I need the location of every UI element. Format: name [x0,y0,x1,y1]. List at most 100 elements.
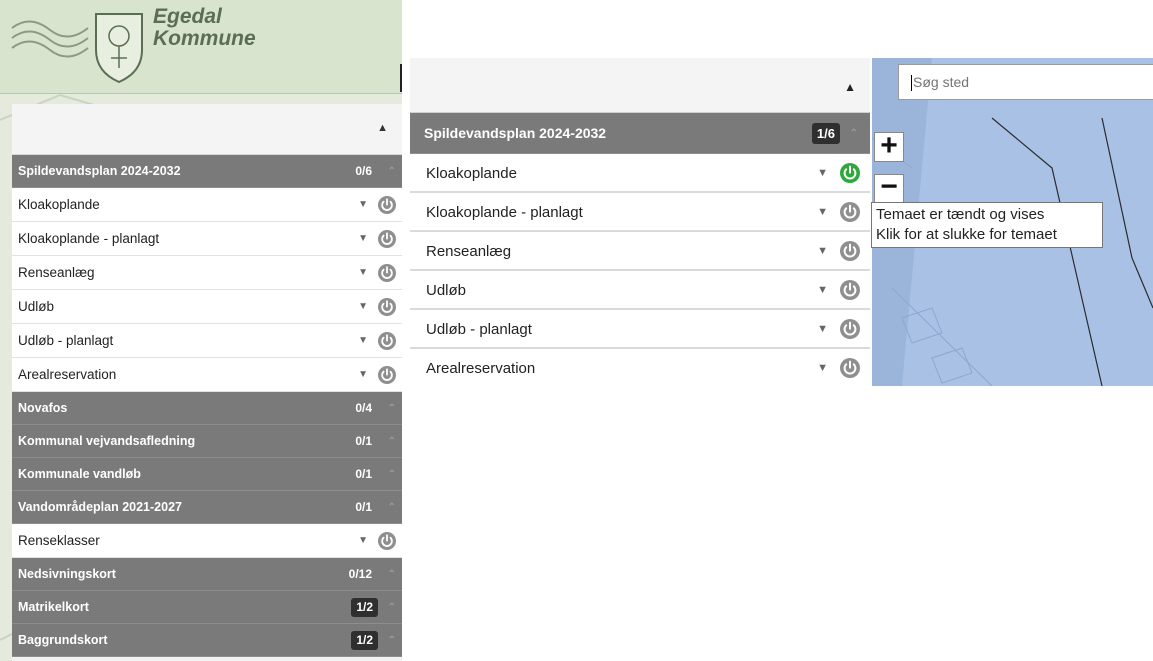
layer-label: Arealreservation [18,367,117,382]
power-toggle-icon[interactable] [378,230,396,248]
layer-group-header[interactable]: Kommunale vandløb 0/1 ⌃ [12,458,402,491]
dropdown-caret-icon[interactable]: ▼ [817,271,828,310]
layer-label: Renseanlæg [18,265,95,280]
layer-panel-zoomed: ▲ Spildevandsplan 2024-2032 1/6 ⌃ Kloako… [410,58,870,386]
group-chevron-icon[interactable]: ⌃ [388,558,396,591]
layer-label: Renseklasser [18,533,100,548]
layer-group-header[interactable]: Spildevandsplan 2024-2032 1/6 ⌃ [410,113,870,154]
layer-row: Renseklasser ▼ [12,524,402,558]
group-title: Spildevandsplan 2024-2032 [18,164,181,178]
group-chevron-icon[interactable]: ⌃ [388,458,396,491]
layer-label: Udløb [426,282,467,299]
panel-collapse-bar[interactable]: ▲ [410,58,870,113]
dropdown-caret-icon[interactable]: ▼ [817,232,828,271]
power-toggle-icon[interactable] [378,532,396,550]
layer-group-header[interactable]: Kommunal vejvandsafledning 0/1 ⌃ [12,425,402,458]
power-toggle-icon[interactable] [840,319,860,339]
layer-label: Udløb - planlagt [426,321,532,338]
dropdown-caret-icon[interactable]: ▼ [358,222,368,256]
power-tooltip: Temaet er tændt og vises Klik for at slu… [871,202,1103,248]
group-chevron-icon[interactable]: ⌃ [850,113,858,154]
group-chevron-icon[interactable]: ⌃ [388,392,396,425]
layer-row: Kloakoplande ▼ [410,154,870,193]
dropdown-caret-icon[interactable]: ▼ [358,256,368,290]
group-chevron-icon[interactable]: ⌃ [388,591,396,624]
power-toggle-icon[interactable] [840,280,860,300]
group-title: Kommunal vejvandsafledning [18,434,196,448]
dropdown-caret-icon[interactable]: ▼ [358,524,368,558]
layer-row: Kloakoplande - planlagt ▼ [12,222,402,256]
power-toggle-icon[interactable] [378,366,396,384]
power-toggle-icon[interactable] [378,196,396,214]
right-view: ▲ Spildevandsplan 2024-2032 1/6 ⌃ Kloako… [410,58,1153,386]
panel-collapse-bar[interactable]: ▲ [12,104,402,155]
brand-line-1: Egedal [153,5,222,28]
dropdown-caret-icon[interactable]: ▼ [358,324,368,358]
dropdown-caret-icon[interactable]: ▼ [817,349,828,386]
group-count: 0/1 [355,500,372,514]
power-toggle-icon[interactable] [840,202,860,222]
layer-label: Arealreservation [426,360,536,377]
group-title: Baggrundskort [18,633,108,647]
group-title: Kommunale vandløb [18,467,141,481]
dropdown-caret-icon[interactable]: ▼ [358,188,368,222]
layer-list: Kloakoplande ▼ Kloakoplande - planlagt ▼ Ren… [410,154,870,386]
divider [400,64,402,92]
left-view: Egedal Kommune ▲ Spildevandsplan 2024-20… [0,0,402,661]
group-title: Matrikelkort [18,600,89,614]
layer-label: Kloakoplande [426,165,517,182]
brand-line-2: Kommune [153,27,256,50]
group-chevron-icon[interactable]: ⌃ [388,425,396,458]
layer-row: Arealreservation ▼ [410,349,870,386]
group-count: 0/4 [355,401,372,415]
brand-text: Egedal Kommune [153,6,256,50]
group-count: 1/2 [351,631,378,650]
dropdown-caret-icon[interactable]: ▼ [358,290,368,324]
power-toggle-icon[interactable] [378,332,396,350]
group-chevron-icon[interactable]: ⌃ [388,624,396,657]
layer-label: Renseanlæg [426,243,512,260]
group-count: 0/6 [355,164,372,178]
tooltip-line-2: Klik for at slukke for temaet [876,226,1057,243]
layer-label: Kloakoplande [18,197,100,212]
power-toggle-icon[interactable] [840,358,860,378]
power-toggle-icon[interactable] [840,241,860,261]
layer-group-header[interactable]: Novafos 0/4 ⌃ [12,392,402,425]
dropdown-caret-icon[interactable]: ▼ [817,193,828,232]
group-count-badge: 1/6 [811,123,840,144]
layer-row: Udløb - planlagt ▼ [12,324,402,358]
layer-row: Kloakoplande - planlagt ▼ [410,193,870,232]
zoom-in-button[interactable]: + [874,131,904,162]
group-chevron-icon[interactable]: ⌃ [388,491,396,524]
collapse-caret-icon[interactable]: ▲ [377,122,388,134]
collapse-caret-icon[interactable]: ▲ [844,80,856,94]
group-title: Vandområdeplan 2021-2027 [18,500,182,514]
search-field[interactable] [898,64,1153,100]
layer-row: Arealreservation ▼ [12,358,402,392]
zoom-out-button[interactable]: − [874,172,904,204]
group-count: 0/1 [355,434,372,448]
power-toggle-icon[interactable] [378,264,396,282]
municipality-header: Egedal Kommune [0,0,402,94]
dropdown-caret-icon[interactable]: ▼ [817,154,828,193]
egedal-logo [11,13,143,84]
group-title: Nedsivningskort [18,567,116,581]
layer-group-header[interactable]: Matrikelkort 1/2 ⌃ [12,591,402,624]
layer-row: Renseanlæg ▼ [410,232,870,271]
group-count: 0/1 [355,467,372,481]
group-chevron-icon[interactable]: ⌃ [388,155,396,188]
layer-panel: ▲ Spildevandsplan 2024-2032 0/6 ⌃ Kloakopla… [12,104,402,661]
dropdown-caret-icon[interactable]: ▼ [358,358,368,392]
dropdown-caret-icon[interactable]: ▼ [817,310,828,349]
power-toggle-icon[interactable] [378,298,396,316]
layer-group-header[interactable]: Spildevandsplan 2024-2032 0/6 ⌃ [12,155,402,188]
layer-row: Udløb - planlagt ▼ [410,310,870,349]
layer-group-header[interactable]: Vandområdeplan 2021-2027 0/1 ⌃ [12,491,402,524]
layer-row: Renseanlæg ▼ [12,256,402,290]
layer-label: Udløb - planlagt [18,333,114,348]
layer-group-header[interactable]: Nedsivningskort 0/12 ⌃ [12,558,402,591]
layer-group-header[interactable]: Baggrundskort 1/2 ⌃ [12,624,402,657]
group-count: 1/2 [351,598,378,617]
search-input[interactable] [899,65,1153,99]
power-toggle-icon[interactable] [840,163,860,183]
